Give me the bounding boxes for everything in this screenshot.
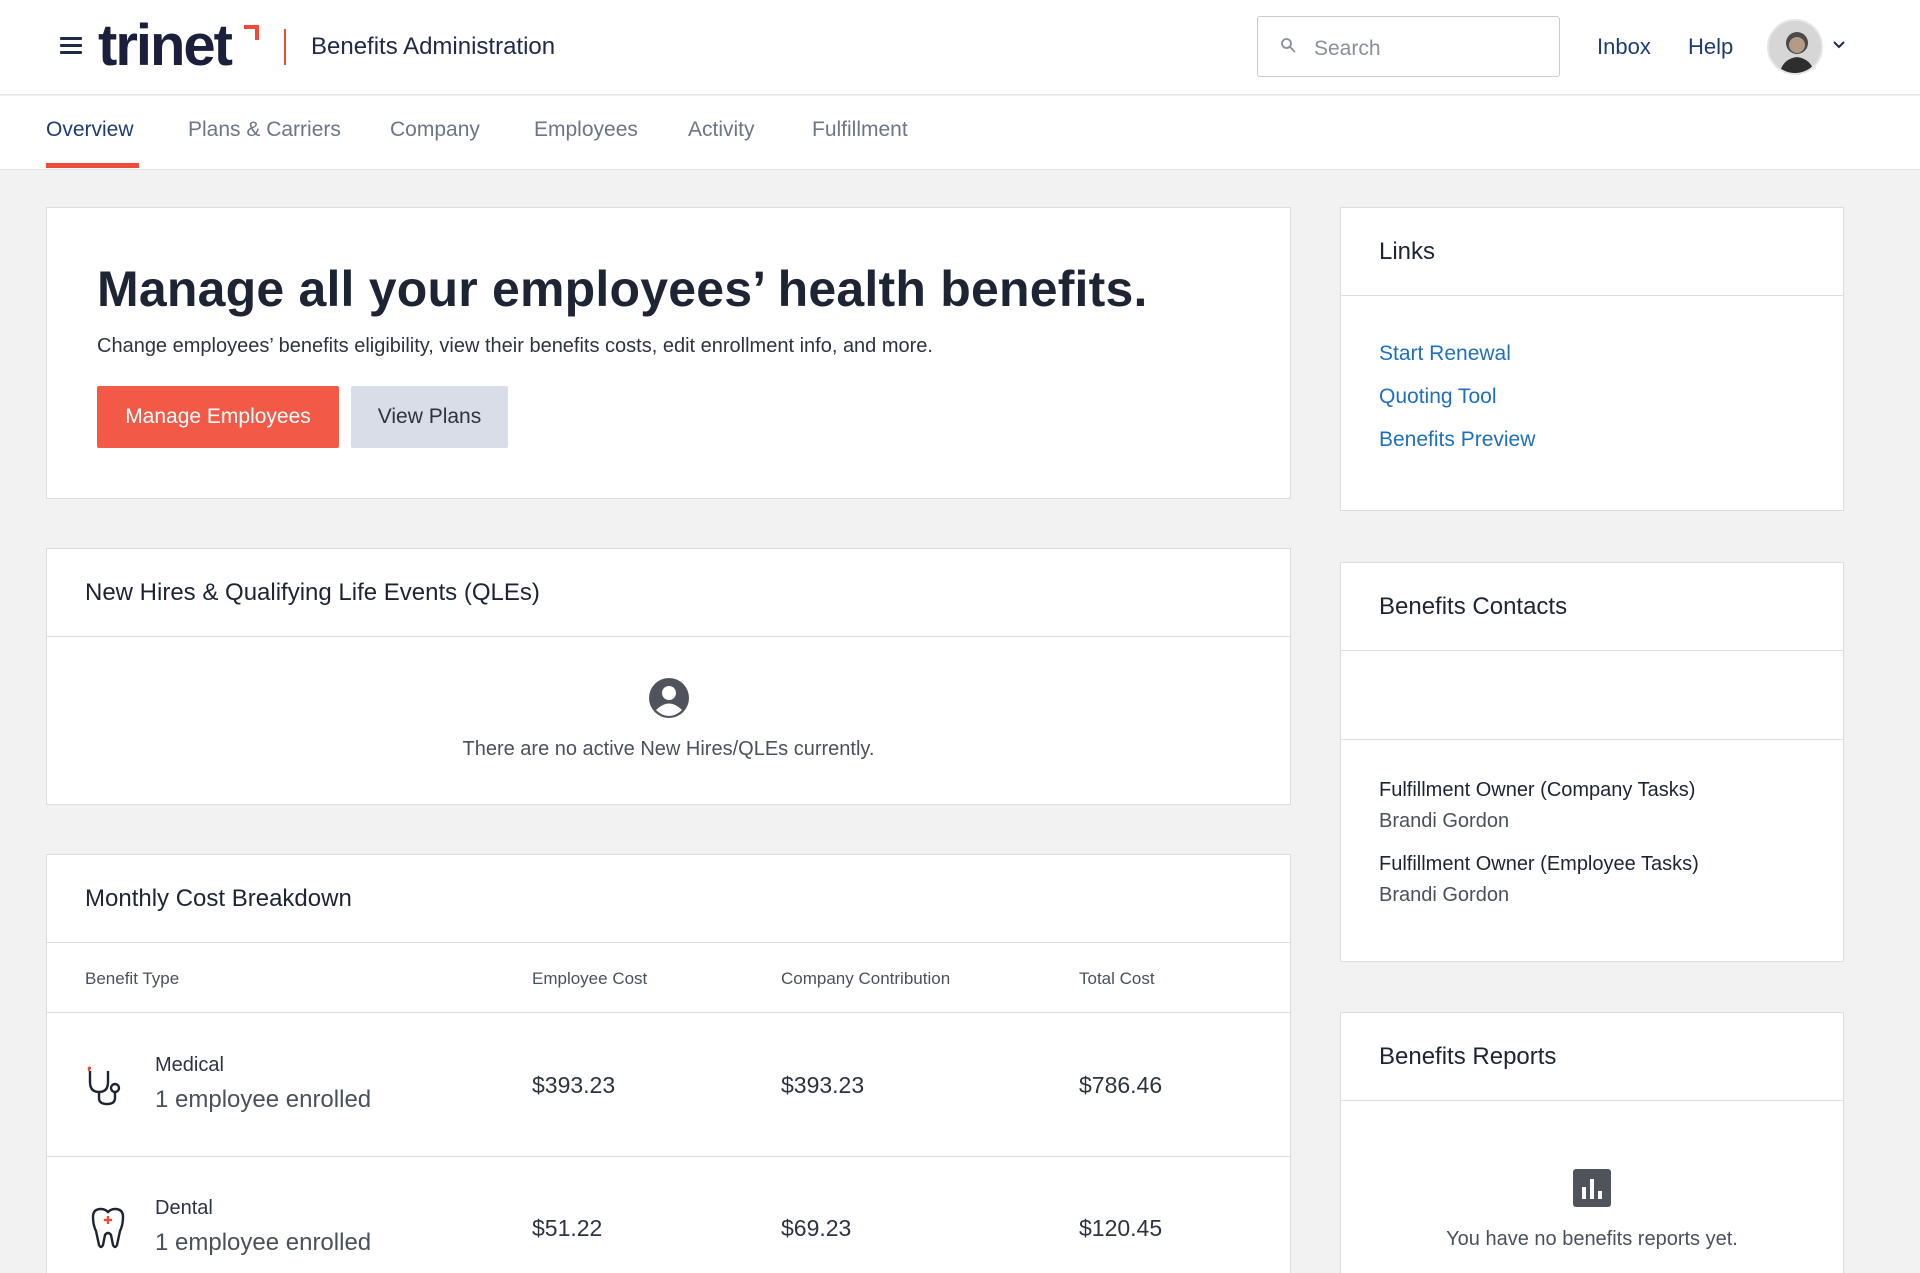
active-tab-indicator — [46, 163, 139, 168]
search-input[interactable]: Search — [1257, 16, 1560, 77]
trinet-logo[interactable]: trinet — [98, 16, 233, 76]
new-hires-card: New Hires & Qualifying Life Events (QLEs… — [46, 548, 1291, 805]
col-benefit-type: Benefit Type — [85, 969, 180, 988]
tab-company[interactable]: Company — [390, 118, 480, 142]
col-company-contribution: Company Contribution — [781, 969, 951, 988]
col-total-cost: Total Cost — [1079, 969, 1155, 988]
stethoscope-icon — [87, 1066, 121, 1106]
logo-mark — [244, 25, 259, 40]
benefits-reports-card: Benefits Reports You have no benefits re… — [1340, 1012, 1844, 1273]
links-card: Links Start Renewal Quoting Tool Benefit… — [1340, 207, 1844, 511]
inbox-link[interactable]: Inbox — [1597, 34, 1651, 60]
total-cost: $120.45 — [1079, 1215, 1163, 1241]
user-circle-icon — [648, 678, 689, 718]
employee-cost: $393.23 — [532, 1072, 616, 1098]
cost-breakdown-title: Monthly Cost Breakdown — [47, 855, 1290, 943]
search-placeholder: Search — [1314, 37, 1381, 60]
col-employee-cost: Employee Cost — [532, 969, 648, 988]
table-row[interactable]: Dental 1 employee enrolled $51.22 $69.23… — [47, 1157, 1290, 1273]
benefits-reports-title: Benefits Reports — [1341, 1013, 1843, 1101]
tab-employees[interactable]: Employees — [534, 118, 638, 142]
new-hires-empty-text: There are no active New Hires/QLEs curre… — [462, 738, 875, 760]
hero-card: Manage all your employees’ health benefi… — [46, 207, 1291, 499]
company-contribution: $393.23 — [781, 1072, 865, 1098]
hero-title: Manage all your employees’ health benefi… — [97, 261, 1148, 317]
total-cost: $786.46 — [1079, 1072, 1163, 1098]
tab-plans-carriers[interactable]: Plans & Carriers — [188, 118, 341, 142]
quoting-tool-link[interactable]: Quoting Tool — [1379, 385, 1497, 409]
contact-label: Fulfillment Owner (Company Tasks) — [1379, 779, 1696, 801]
contacts-divider — [1341, 739, 1843, 740]
tab-activity[interactable]: Activity — [688, 118, 755, 142]
hero-subtitle: Change employees’ benefits eligibility, … — [97, 335, 933, 357]
cost-breakdown-card: Monthly Cost Breakdown Benefit Type Empl… — [46, 854, 1291, 1273]
benefit-enrolled: 1 employee enrolled — [155, 1229, 372, 1256]
bar-chart-icon — [1573, 1169, 1611, 1207]
links-title: Links — [1341, 208, 1843, 296]
reports-empty: You have no benefits reports yet. — [1341, 1169, 1843, 1251]
new-hires-empty: There are no active New Hires/QLEs curre… — [47, 677, 1290, 761]
tab-overview[interactable]: Overview — [46, 118, 134, 142]
menu-icon[interactable] — [60, 37, 82, 55]
new-hires-title: New Hires & Qualifying Life Events (QLEs… — [47, 549, 1290, 637]
header-divider — [284, 29, 286, 65]
manage-employees-button[interactable]: Manage Employees — [97, 386, 339, 448]
chevron-down-icon[interactable] — [1832, 38, 1846, 52]
table-header: Benefit Type Employee Cost Company Contr… — [47, 943, 1290, 1013]
benefits-preview-link[interactable]: Benefits Preview — [1379, 428, 1535, 452]
company-contribution: $69.23 — [781, 1215, 852, 1241]
benefit-enrolled: 1 employee enrolled — [155, 1086, 372, 1113]
benefits-contacts-title: Benefits Contacts — [1341, 563, 1843, 651]
reports-empty-text: You have no benefits reports yet. — [1446, 1228, 1738, 1250]
tab-fulfillment[interactable]: Fulfillment — [812, 118, 908, 142]
contact-label: Fulfillment Owner (Employee Tasks) — [1379, 853, 1699, 875]
benefit-name: Dental — [155, 1197, 213, 1219]
tooth-icon — [91, 1207, 125, 1249]
benefit-name: Medical — [155, 1054, 224, 1076]
view-plans-button[interactable]: View Plans — [351, 386, 508, 448]
benefits-contacts-card: Benefits Contacts Fulfillment Owner (Com… — [1340, 562, 1844, 962]
avatar-photo — [1769, 21, 1821, 73]
help-link[interactable]: Help — [1688, 34, 1733, 60]
table-row[interactable]: Medical 1 employee enrolled $393.23 $393… — [47, 1014, 1290, 1157]
employee-cost: $51.22 — [532, 1215, 603, 1241]
top-header: trinet Benefits Administration Search In… — [0, 0, 1920, 95]
avatar[interactable] — [1767, 19, 1823, 75]
tab-bar: Overview Plans & Carriers Company Employ… — [0, 96, 1920, 170]
contact-name: Brandi Gordon — [1379, 884, 1510, 906]
app-title: Benefits Administration — [311, 33, 556, 60]
start-renewal-link[interactable]: Start Renewal — [1379, 342, 1511, 366]
search-icon — [1281, 38, 1296, 53]
contact-name: Brandi Gordon — [1379, 810, 1510, 832]
